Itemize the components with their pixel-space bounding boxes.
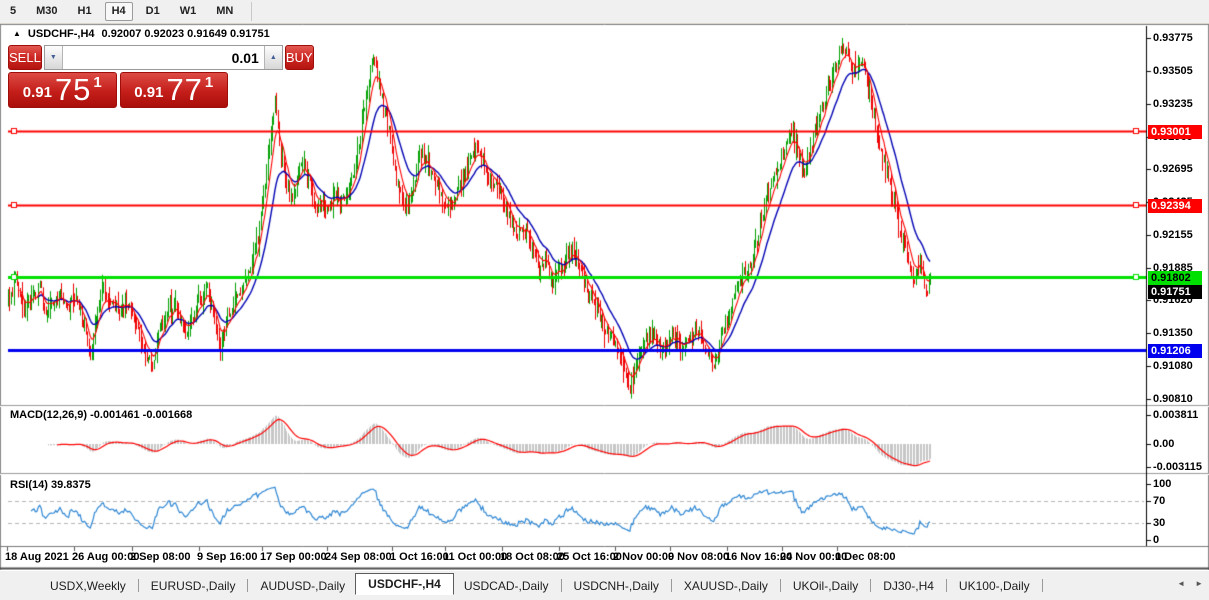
chart-header: ▲ USDCHF-,H4 0.92007 0.92023 0.91649 0.9…	[13, 28, 270, 40]
sell-price-big: 75	[55, 76, 91, 104]
tab-separator	[780, 579, 781, 592]
one-click-trade-panel: SELL ▼ ▲ BUY 0.91751 0.91771	[8, 45, 228, 108]
sell-price-box[interactable]: 0.91751	[8, 72, 117, 108]
collapse-panel-icon[interactable]: ▲	[13, 29, 21, 38]
timeframe-button-w1[interactable]: W1	[173, 2, 204, 21]
price-tick-label: 0.92695	[1153, 162, 1193, 176]
macd-tick-label: 0.003811	[1153, 408, 1198, 422]
tab-item-audusd-[interactable]: AUDUSD-,Daily	[250, 576, 355, 596]
time-tick-label: 18 Oct 08:00	[500, 551, 565, 563]
time-tick-label: 24 Sep 08:00	[325, 551, 392, 563]
timeframe-button-m30[interactable]: M30	[29, 2, 64, 21]
time-tick-label: 1 Oct 16:00	[390, 551, 449, 563]
timeframe-button-d1[interactable]: D1	[139, 2, 167, 21]
time-tick-label: 17 Sep 00:00	[260, 551, 327, 563]
tab-separator	[671, 579, 672, 592]
timeframe-button-h1[interactable]: H1	[71, 2, 99, 21]
timeframe-button-mn[interactable]: MN	[209, 2, 240, 21]
price-tick-label: 0.91080	[1153, 359, 1193, 373]
tab-separator	[1042, 579, 1043, 592]
symbol-tabbar: USDX,WeeklyEURUSD-,DailyAUDUSD-,DailyUSD…	[0, 570, 1209, 600]
hline-price-label[interactable]: 0.93001	[1148, 125, 1202, 139]
tab-separator	[946, 579, 947, 592]
rsi-indicator-label: RSI(14) 39.8375	[10, 479, 91, 491]
volume-increase-button[interactable]: ▲	[264, 46, 282, 69]
rsi-tick-label: 100	[1153, 477, 1171, 491]
macd-indicator-label: MACD(12,26,9) -0.001461 -0.001668	[10, 409, 192, 421]
time-tick-label: 18 Aug 2021	[5, 551, 69, 563]
tab-separator	[870, 579, 871, 592]
time-tick-label: 2 Sep 08:00	[130, 551, 191, 563]
macd-tick-label: 0.00	[1153, 437, 1174, 451]
sell-price-pip: 1	[93, 74, 101, 91]
tab-item-uk100-[interactable]: UK100-,Daily	[949, 576, 1040, 596]
time-tick-label: 11 Oct 00:00	[443, 551, 507, 563]
tab-scroll-left-icon[interactable]: ◄	[1177, 579, 1185, 588]
tab-separator	[247, 579, 248, 592]
tab-item-ukoil-[interactable]: UKOil-,Daily	[783, 576, 868, 596]
tab-item-usdchf-[interactable]: USDCHF-,H4	[355, 573, 454, 595]
tab-item-dj30-[interactable]: DJ30-,H4	[873, 576, 944, 596]
volume-input[interactable]	[63, 46, 264, 69]
price-tick-label: 0.92155	[1153, 228, 1193, 242]
chart-symbol-title: USDCHF-,H4	[28, 28, 95, 40]
hline-price-label[interactable]: 0.91802	[1148, 271, 1202, 285]
buy-price-prefix: 0.91	[134, 84, 163, 101]
tab-separator	[561, 579, 562, 592]
buy-price-box[interactable]: 0.91771	[120, 72, 229, 108]
price-tick-label: 0.93235	[1153, 97, 1193, 111]
tab-scroll-right-icon[interactable]: ►	[1195, 579, 1203, 588]
macd-tick-label: -0.003115	[1153, 460, 1202, 474]
trading-terminal: { "toolbar": { "timeframes": [ {"label":…	[0, 0, 1209, 600]
timeframe-toolbar: 5 M30 H1 H4 D1 W1 MN	[0, 0, 1209, 24]
tab-scroll-arrows: ◄ ►	[1177, 579, 1203, 588]
time-tick-label: 2 Nov 00:00	[613, 551, 674, 563]
time-tick-label: 9 Sep 16:00	[197, 551, 258, 563]
current-price-label: 0.91751	[1148, 285, 1202, 299]
rsi-tick-label: 0	[1153, 533, 1159, 547]
volume-decrease-button[interactable]: ▼	[45, 46, 63, 69]
sell-price-prefix: 0.91	[23, 84, 52, 101]
hline-price-label[interactable]: 0.91206	[1148, 344, 1202, 358]
price-tick-label: 0.93775	[1153, 31, 1193, 45]
tab-item-usdcnh-[interactable]: USDCNH-,Daily	[564, 576, 669, 596]
tab-item-usdx[interactable]: USDX,Weekly	[40, 576, 136, 596]
tab-separator	[138, 579, 139, 592]
rsi-tick-label: 30	[1153, 516, 1165, 530]
volume-stepper: ▼ ▲	[44, 45, 283, 70]
chart-ohlc-values: 0.92007 0.92023 0.91649 0.91751	[102, 28, 270, 40]
buy-price-pip: 1	[205, 74, 213, 91]
rsi-tick-label: 70	[1153, 494, 1165, 508]
tab-item-xauusd-[interactable]: XAUUSD-,Daily	[674, 576, 778, 596]
timeframe-button-5[interactable]: 5	[3, 2, 23, 21]
price-tick-label: 0.91350	[1153, 326, 1193, 340]
tab-item-eurusd-[interactable]: EURUSD-,Daily	[141, 576, 246, 596]
chevron-up-icon: ▲	[270, 54, 277, 61]
sell-button[interactable]: SELL	[8, 45, 42, 70]
time-tick-label: 9 Nov 08:00	[668, 551, 729, 563]
tab-item-usdcad-[interactable]: USDCAD-,Daily	[454, 576, 559, 596]
buy-price-big: 77	[166, 76, 202, 104]
price-tick-label: 0.93505	[1153, 64, 1193, 78]
chevron-down-icon: ▼	[50, 54, 57, 61]
timeframe-button-h4[interactable]: H4	[105, 2, 133, 21]
hline-price-label[interactable]: 0.92394	[1148, 199, 1202, 213]
price-tick-label: 0.90810	[1153, 392, 1193, 406]
buy-button[interactable]: BUY	[285, 45, 314, 70]
toolbar-separator	[251, 2, 252, 21]
time-tick-label: 1 Dec 08:00	[835, 551, 896, 563]
